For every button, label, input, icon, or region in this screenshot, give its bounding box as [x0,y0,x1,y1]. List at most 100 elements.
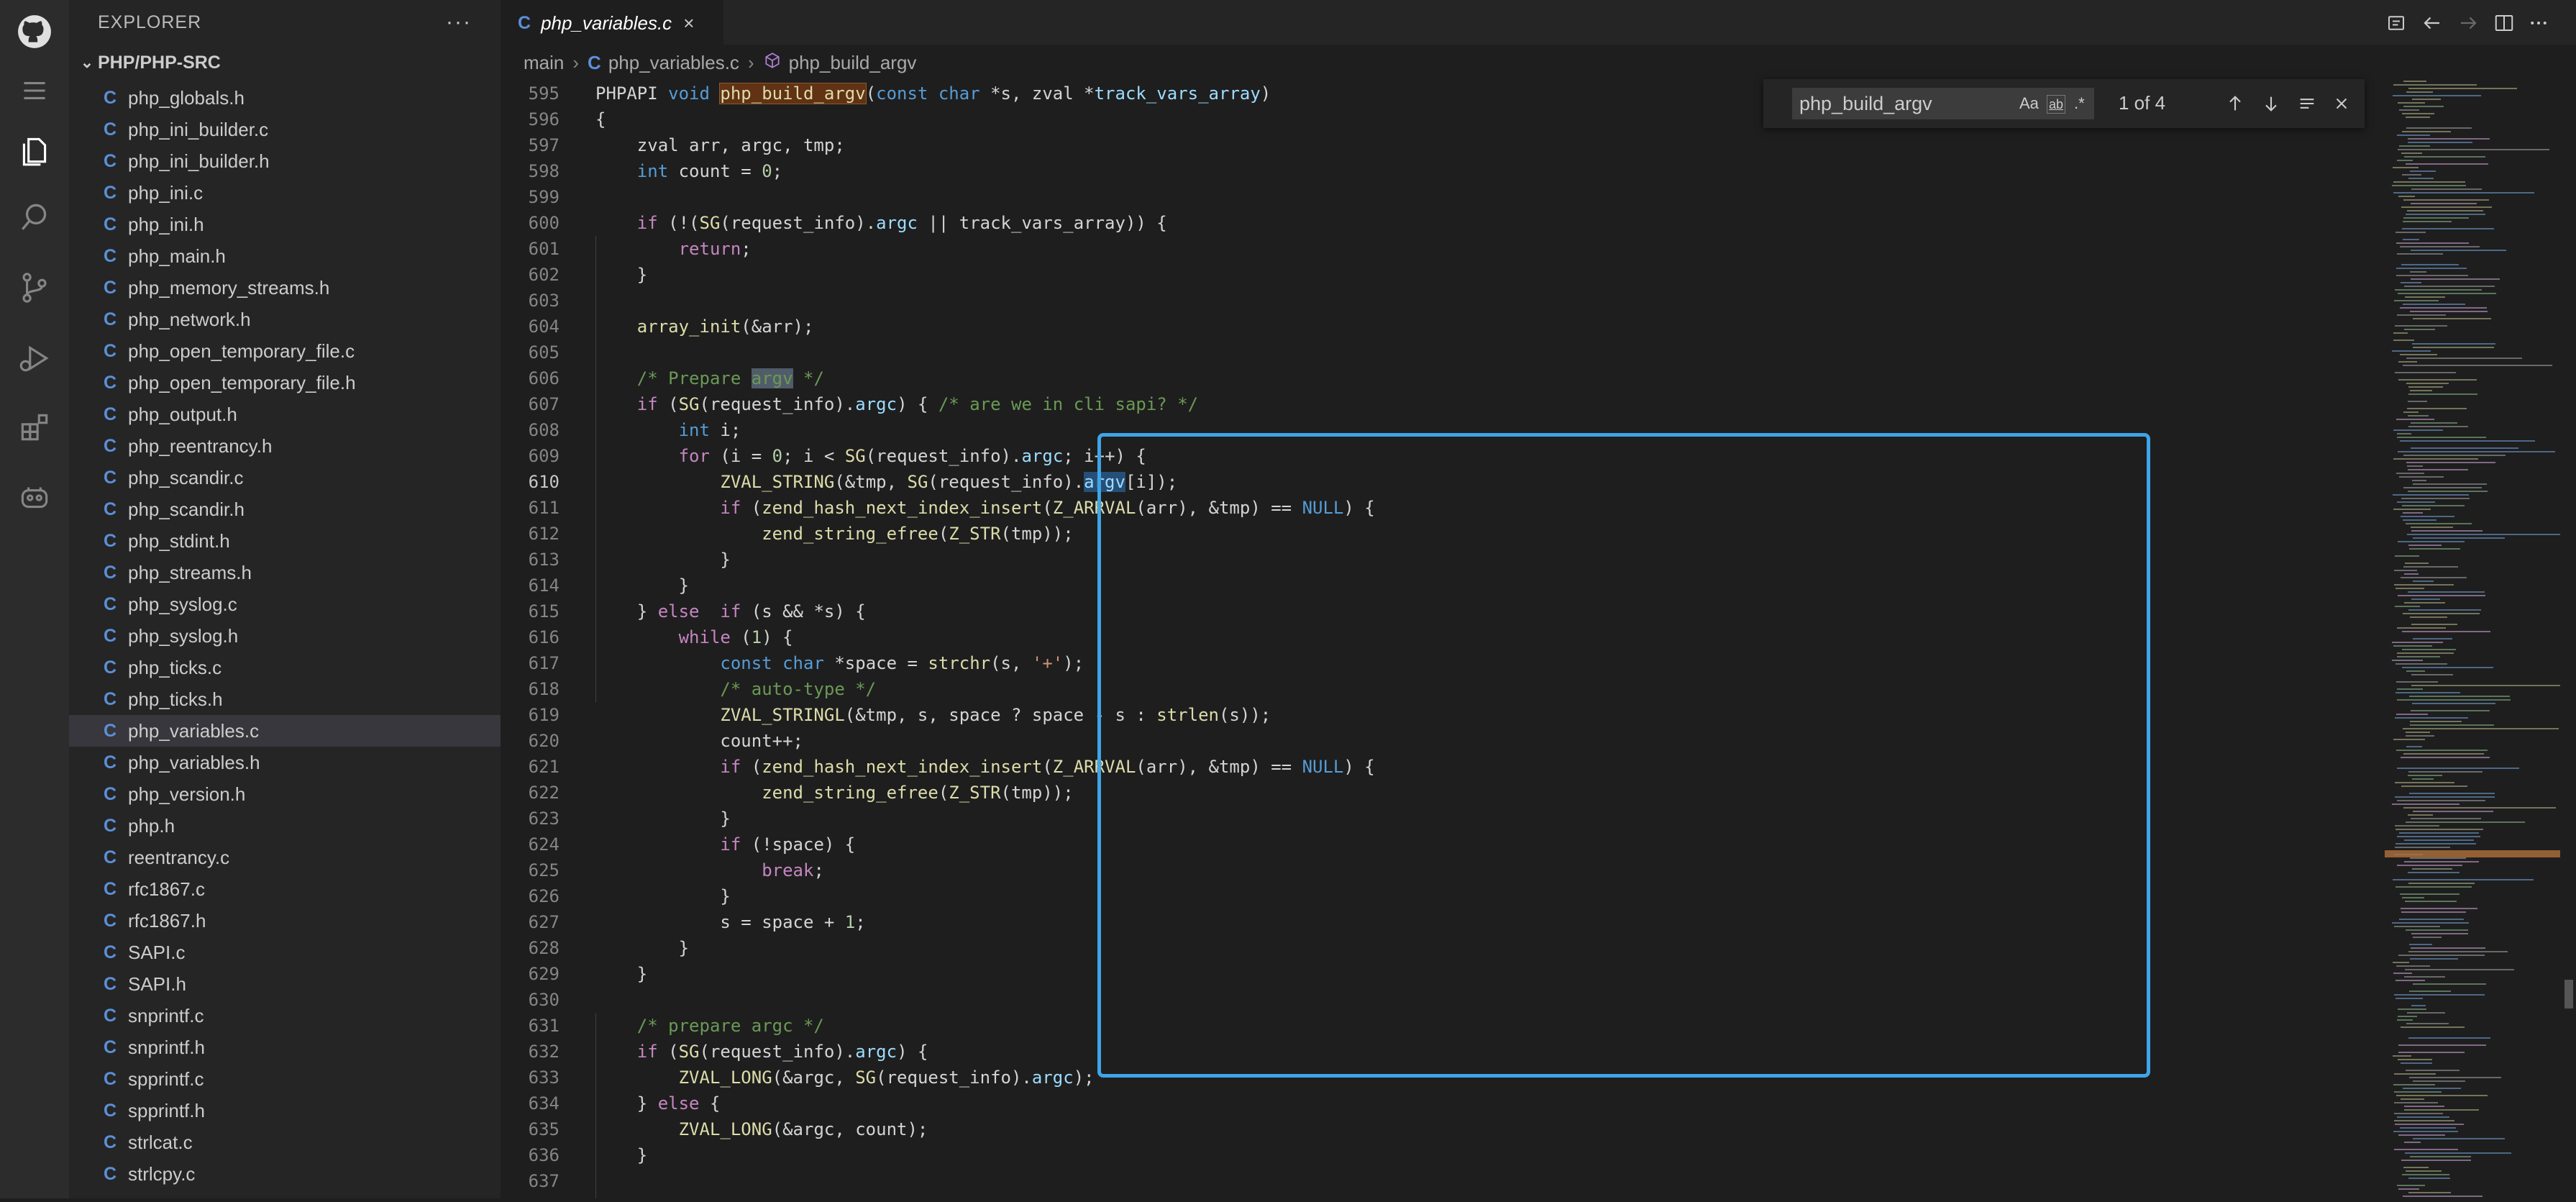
file-item[interactable]: Cphp_network.h [69,304,501,335]
split-editor-icon[interactable] [2490,9,2518,37]
line-number: 598 [528,161,559,181]
file-item[interactable]: Cphp_variables.h [69,747,501,778]
file-name: php_ticks.c [128,656,222,678]
file-item[interactable]: Cphp_ticks.c [69,652,501,683]
file-item[interactable]: Cphp.h [69,810,501,842]
code-token: i; [709,420,741,440]
minimap-line [2396,965,2430,967]
file-item[interactable]: Crfc1867.c [69,873,501,905]
file-item[interactable]: Cstrlcat.c [69,1126,501,1158]
minimap-line [2408,415,2429,416]
minimap-line [2404,976,2445,978]
minimap-line [2411,674,2453,675]
code-token: ( [1042,498,1053,518]
file-item[interactable]: Cphp_open_temporary_file.h [69,367,501,399]
code-editor[interactable]: 595 PHPAPI void php_build_argv(const char… [501,81,2370,1198]
go-back-icon[interactable] [2418,9,2447,37]
file-item[interactable]: Cspprintf.c [69,1063,501,1095]
file-item[interactable]: Cphp_scandir.h [69,493,501,525]
file-item[interactable]: Csnprintf.h [69,1032,501,1063]
code-token: } [595,575,690,596]
more-actions-editor-icon[interactable] [2524,9,2553,37]
go-forward-icon[interactable] [2454,9,2483,37]
code-line: 628 } [501,935,2370,961]
search-icon[interactable] [13,196,56,239]
file-item[interactable]: Cphp_reentrancy.h [69,430,501,462]
file-item[interactable]: Cphp_ini_builder.h [69,145,501,177]
match-whole-word-icon[interactable]: ab [2047,95,2066,114]
file-item[interactable]: Cphp_scandir.c [69,462,501,493]
close-find-icon[interactable] [2326,88,2357,119]
match-case-icon[interactable]: Aa [2019,91,2039,117]
code-token: (request_info). [928,472,1084,492]
file-item[interactable]: Cphp_ticks.h [69,683,501,715]
minimap-line [2402,113,2434,114]
c-file-icon: C [104,910,117,931]
minimap[interactable] [2385,81,2564,1198]
more-actions-icon[interactable]: ··· [446,10,472,35]
breadcrumb-root[interactable]: main [524,52,564,74]
files-icon[interactable] [13,128,56,171]
file-item[interactable]: C SAPI.h [69,968,501,1000]
vertical-scrollbar[interactable] [2560,81,2576,1198]
file-name: php_ini.c [128,181,204,204]
file-item[interactable]: Cphp_open_temporary_file.c [69,335,501,367]
file-item[interactable]: Cphp_output.h [69,399,501,430]
code-token: PHPAPI [595,83,669,104]
run-debug-icon[interactable] [13,337,56,380]
minimap-line [2402,228,2494,229]
minimap-line [2403,217,2469,219]
breadcrumb-file[interactable]: php_variables.c [608,52,739,74]
next-match-icon[interactable] [2255,88,2287,119]
minimap-line [2403,512,2423,514]
minimap-line [2406,735,2434,737]
file-item[interactable]: Cphp_stdint.h [69,525,501,557]
code-line: 608 int i; [501,417,2370,443]
code-token: ; [855,912,866,932]
copilot-icon[interactable] [13,475,56,518]
file-item[interactable]: Cphp_ini_builder.c [69,114,501,145]
file-item[interactable]: Creentrancy.c [69,842,501,873]
open-changes-icon[interactable] [2382,9,2411,37]
file-item[interactable]: Cphp_streams.h [69,557,501,588]
find-in-selection-icon[interactable] [2291,88,2323,119]
scrollbar-thumb[interactable] [2564,980,2573,1009]
menu-icon[interactable] [13,69,56,112]
github-icon[interactable] [13,10,56,53]
file-item[interactable]: Cphp_ini.c [69,177,501,209]
file-item[interactable]: Csnprintf.c [69,1000,501,1032]
minimap-line [2402,131,2451,132]
minimap-line [2413,983,2486,985]
file-item[interactable]: Cphp_main.h [69,240,501,272]
file-item[interactable]: Cphp_syslog.h [69,620,501,652]
file-item[interactable]: Cphp_globals.h [69,82,501,114]
code-token: || track_vars_array)) { [917,213,1167,233]
minimap-line [2398,541,2465,542]
close-icon[interactable]: × [683,12,694,35]
file-item[interactable]: Crfc1867.h [69,905,501,937]
use-regex-icon[interactable]: .* [2074,91,2085,117]
file-item[interactable]: Cphp_ini.h [69,209,501,240]
code-token: */ [793,368,824,388]
previous-match-icon[interactable] [2219,88,2251,119]
file-item[interactable]: Cphp_version.h [69,778,501,810]
extensions-icon[interactable] [13,406,56,449]
code-token: ); [1063,653,1084,673]
code-token: Z_ARRVAL [1052,498,1136,518]
file-item[interactable]: Cspprintf.h [69,1095,501,1126]
file-item[interactable]: C SAPI.c [69,937,501,968]
c-file-icon: C [104,150,117,171]
c-file-icon: C [104,815,117,836]
tab-php-variables[interactable]: C php_variables.c × [501,0,723,45]
file-item[interactable]: Cphp_variables.c [69,715,501,747]
file-item[interactable]: Cstrlcpy.c [69,1158,501,1190]
folder-root[interactable]: ⌄ PHP/PHP-SRC [69,45,501,81]
c-file-icon: C [104,277,117,298]
file-item[interactable]: Cphp_syslog.c [69,588,501,620]
breadcrumb-symbol[interactable]: php_build_argv [789,52,917,74]
file-item[interactable]: Cphp_memory_streams.h [69,272,501,304]
source-control-icon[interactable] [13,266,56,309]
code-token: ( [741,498,762,518]
indent-guide [595,236,596,702]
code-text: } [595,262,647,288]
